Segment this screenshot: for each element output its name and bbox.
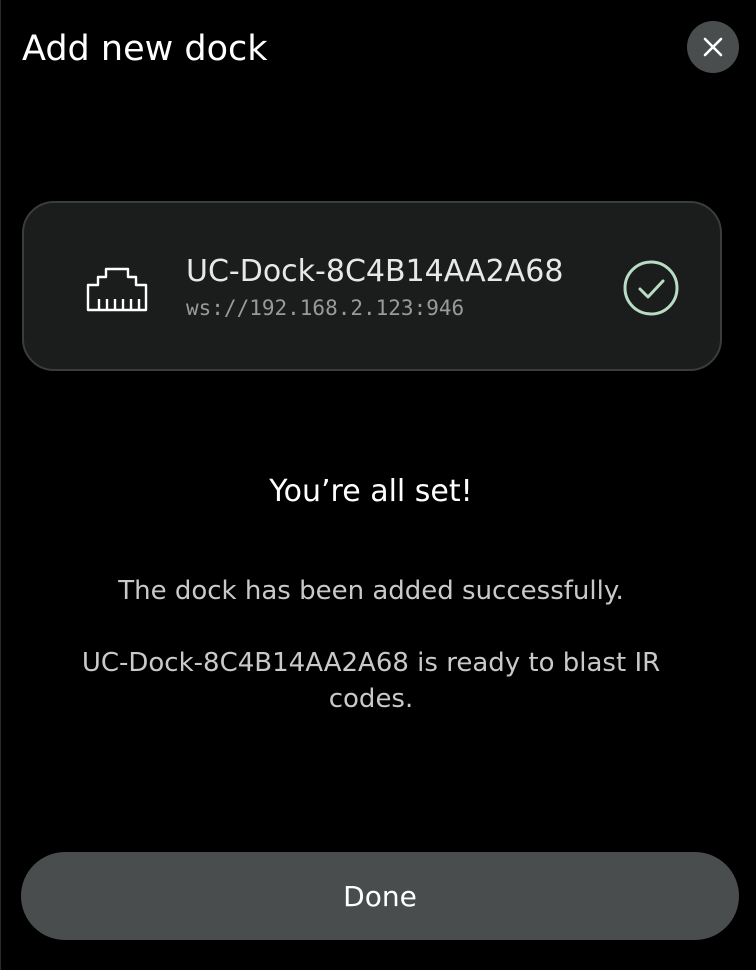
dock-card: UC-Dock-8C4B14AA2A68 ws://192.168.2.123:…	[22, 201, 722, 371]
close-icon	[703, 37, 723, 57]
status-message: The dock has been added successfully.	[118, 576, 624, 606]
dock-name: UC-Dock-8C4B14AA2A68	[186, 254, 564, 289]
dock-address: ws://192.168.2.123:946	[186, 296, 465, 320]
add-dock-dialog: Add new dock UC-Dock-8C4B14AA2A68 ws://1…	[0, 0, 756, 970]
close-button[interactable]	[687, 21, 739, 73]
done-button[interactable]: Done	[21, 852, 739, 940]
check-circle-icon	[623, 260, 679, 316]
dialog-title: Add new dock	[22, 29, 268, 69]
status-title: You’re all set!	[269, 474, 473, 509]
ethernet-port-icon	[86, 267, 148, 312]
status-detail: UC-Dock-8C4B14AA2A68 is ready to blast I…	[81, 648, 661, 714]
